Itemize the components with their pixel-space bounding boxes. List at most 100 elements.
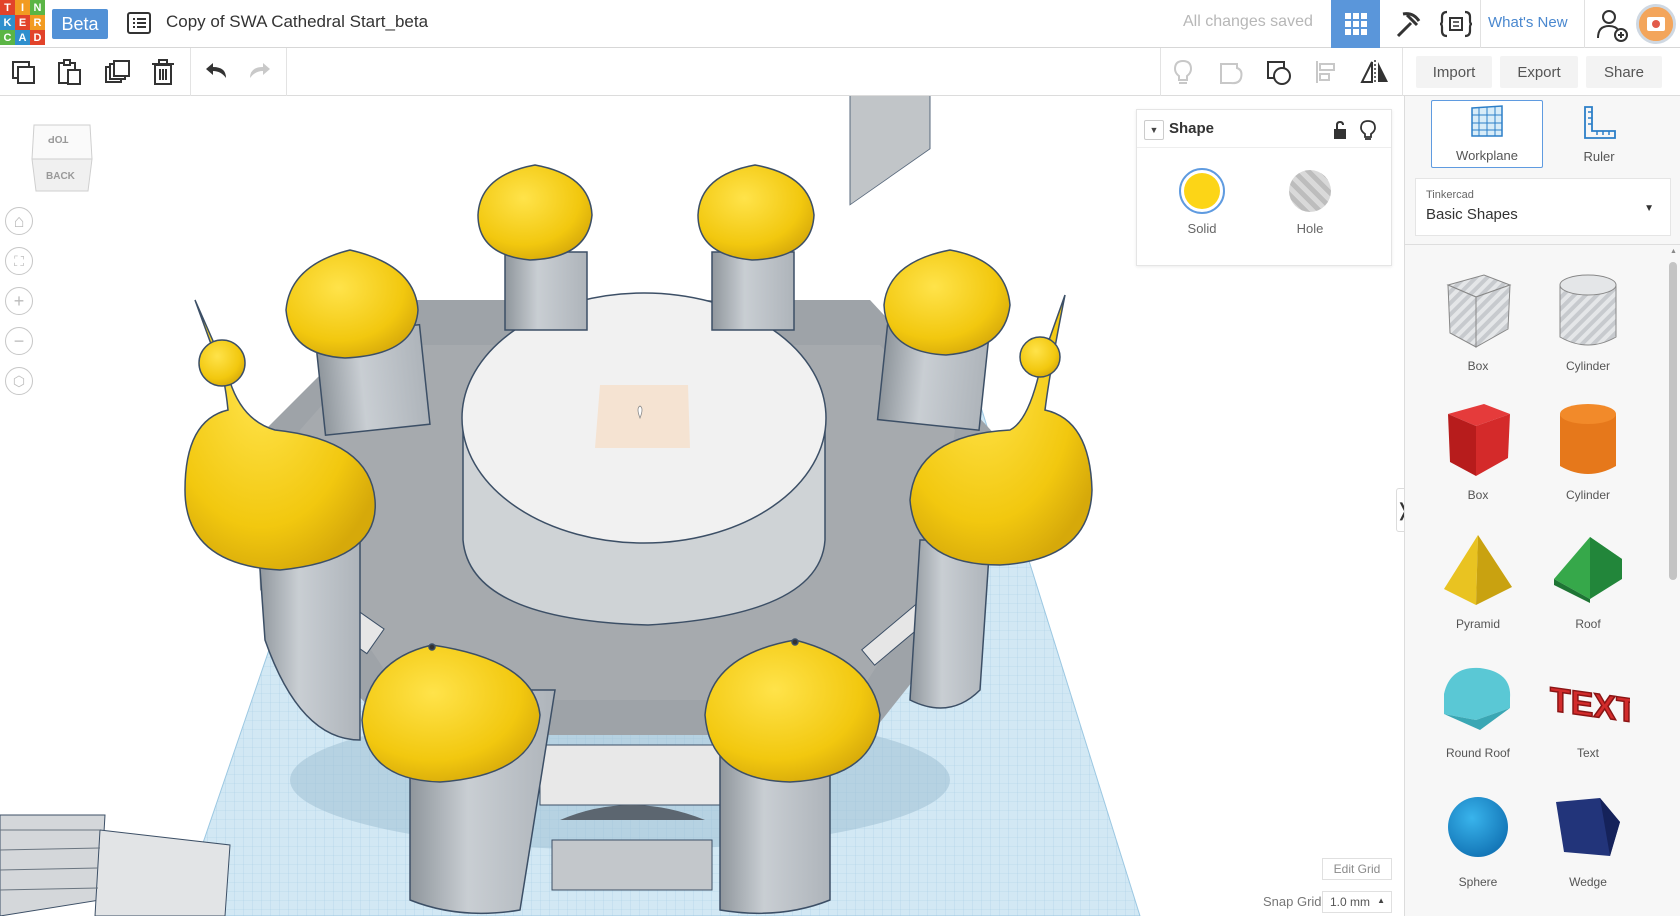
export-button[interactable]: Export (1500, 56, 1578, 88)
zoom-in-button[interactable]: + (5, 287, 33, 315)
shapes-panel: Workplane Ruler Tinkercad Basic Shapes ▼… (1404, 96, 1680, 916)
hole-swatch[interactable] (1289, 170, 1331, 212)
cylinder-hole-icon (1556, 267, 1620, 353)
ruler-icon (1584, 106, 1616, 139)
divider (1402, 48, 1403, 96)
add-user-button[interactable] (1594, 6, 1630, 42)
workplane-tool-button[interactable]: Workplane (1431, 100, 1543, 168)
logo-letter: A (15, 30, 30, 45)
share-button[interactable]: Share (1586, 56, 1662, 88)
home-view-button[interactable]: ⌂ (5, 207, 33, 235)
divider (1480, 0, 1481, 48)
mirror-button[interactable] (1358, 55, 1392, 89)
solid-color-swatch[interactable] (1179, 168, 1225, 214)
ruler-tool-button[interactable]: Ruler (1543, 100, 1655, 168)
shape-label: Pyramid (1455, 617, 1500, 631)
inspector-title: Shape (1169, 120, 1215, 137)
align-button[interactable] (1310, 55, 1344, 89)
shape-library-select[interactable]: Tinkercad Basic Shapes ▼ (1415, 178, 1671, 236)
solid-label: Solid (1187, 221, 1217, 236)
shape-item[interactable]: Box (1423, 396, 1533, 524)
logo-letter: T (0, 0, 15, 15)
copy-button[interactable] (6, 55, 40, 89)
shape-item[interactable]: TEXT Text (1533, 654, 1643, 782)
shape-item[interactable]: Pyramid (1423, 525, 1533, 653)
trash-icon (152, 59, 174, 85)
group-icon (1220, 63, 1243, 85)
align-icon (1316, 61, 1335, 83)
visibility-button[interactable] (1359, 119, 1377, 141)
3d-design-view-button[interactable] (1331, 0, 1380, 48)
solid-color-fill (1184, 173, 1220, 209)
scrollbar-thumb[interactable] (1669, 262, 1677, 580)
undo-button[interactable] (198, 55, 232, 89)
blocks-view-button[interactable] (1384, 0, 1432, 48)
add-user-icon (1597, 10, 1628, 42)
box-hole-icon (1440, 267, 1516, 353)
shape-item[interactable]: Wedge (1533, 783, 1643, 911)
divider (190, 48, 191, 96)
redo-button[interactable] (244, 55, 278, 89)
view-cube-back-label: BACK (46, 171, 75, 182)
design-title[interactable]: Copy of SWA Cathedral Start_beta (166, 12, 428, 32)
chevron-down-icon: ▼ (1644, 203, 1654, 214)
logo-letter: C (0, 30, 15, 45)
duplicate-icon (105, 60, 130, 83)
shapes-grid: Box Cylinder Box Cylinder Pyramid Roof Round R… (1405, 244, 1680, 916)
save-status: All changes saved (1183, 13, 1313, 30)
duplicate-button[interactable] (100, 55, 134, 89)
perspective-button[interactable]: ⬡ (5, 367, 33, 395)
logo-letter: K (0, 15, 15, 30)
view-cube[interactable]: TOP BACK (30, 121, 94, 195)
library-provider: Tinkercad (1426, 189, 1474, 201)
shape-label: Box (1467, 488, 1489, 502)
copy-icon (12, 61, 35, 84)
unlock-icon (1334, 120, 1346, 139)
paste-icon (58, 59, 81, 85)
roof-icon (1550, 525, 1626, 611)
avatar[interactable] (1636, 4, 1676, 44)
shape-item[interactable]: Cylinder (1533, 396, 1643, 524)
logo-letter: I (15, 0, 30, 15)
lightbulb-icon (1173, 59, 1193, 84)
edit-toolbar: Import Export Share (0, 48, 1680, 96)
tinkercad-logo[interactable]: TINKERCAD (0, 0, 45, 46)
shapes-scrollbar[interactable]: ▲ (1667, 244, 1677, 916)
ungroup-button[interactable] (1262, 55, 1296, 89)
pickaxe-icon (1396, 12, 1421, 38)
codeblocks-view-button[interactable] (1432, 0, 1480, 48)
whats-new-link[interactable]: What's New (1488, 14, 1568, 31)
notes-button[interactable] (1166, 55, 1200, 89)
shape-item[interactable]: Roof (1533, 525, 1643, 653)
edit-grid-button[interactable]: Edit Grid (1322, 858, 1392, 880)
import-button[interactable]: Import (1416, 56, 1492, 88)
group-button[interactable] (1214, 55, 1248, 89)
redo-icon (250, 63, 270, 78)
scroll-up-icon: ▲ (1670, 248, 1677, 255)
design-list-icon[interactable] (126, 10, 152, 36)
fit-view-button[interactable]: ⛶ (5, 247, 33, 275)
wedge-icon (1550, 783, 1626, 869)
shape-item[interactable]: Sphere (1423, 783, 1533, 911)
library-name: Basic Shapes (1426, 206, 1518, 223)
home-icon: ⌂ (13, 210, 25, 231)
zoom-out-button[interactable]: − (5, 327, 33, 355)
shape-item[interactable]: Box (1423, 267, 1533, 395)
lock-button[interactable] (1331, 120, 1349, 140)
shape-item[interactable]: Cylinder (1533, 267, 1643, 395)
logo-letter: N (30, 0, 45, 15)
delete-button[interactable] (146, 55, 180, 89)
cylinder-icon (1556, 396, 1620, 482)
plus-icon: + (13, 290, 25, 311)
shape-label: Roof (1575, 617, 1601, 631)
divider (1160, 48, 1161, 96)
snap-grid-select[interactable]: 1.0 mm ▲ (1322, 891, 1392, 913)
hole-label: Hole (1296, 221, 1324, 236)
paste-button[interactable] (52, 55, 86, 89)
shape-item[interactable]: Round Roof (1423, 654, 1533, 782)
logo-letter: D (30, 30, 45, 45)
fit-icon: ⛶ (14, 252, 24, 269)
mirror-icon (1360, 60, 1388, 84)
collapse-inspector-button[interactable]: ▼ (1144, 120, 1164, 140)
box-icon (1440, 396, 1516, 482)
